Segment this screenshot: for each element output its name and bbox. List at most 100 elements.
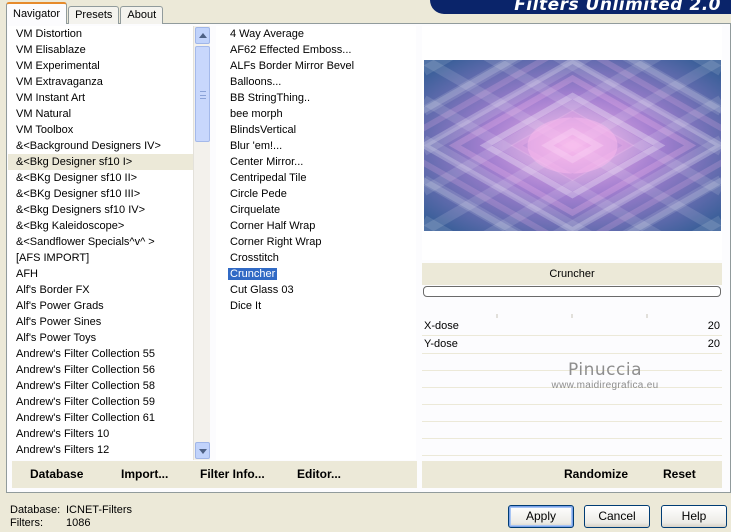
filters-count-label: Filters: <box>10 517 43 529</box>
filter-item-label: BB StringThing.. <box>230 92 311 104</box>
filter-item[interactable]: Centripedal Tile <box>216 170 416 186</box>
filter-preview-image <box>424 60 721 231</box>
category-item[interactable]: VM Elisablaze <box>8 42 193 58</box>
grip-icon <box>200 91 206 99</box>
watermark-name: Pinuccia <box>568 360 642 380</box>
filter-item-label: Balloons... <box>230 76 282 88</box>
filters-count-value: 1086 <box>66 517 91 529</box>
filter-item-label: ALFs Border Mirror Bevel <box>230 60 355 72</box>
filter-item[interactable]: 4 Way Average <box>216 26 416 42</box>
category-item[interactable]: Andrew's Filter Collection 59 <box>8 394 193 410</box>
filter-item[interactable]: Cut Glass 03 <box>216 282 416 298</box>
database-value: ICNET-Filters <box>66 504 132 516</box>
category-item[interactable]: Andrew's Filter Collection 56 <box>8 362 193 378</box>
filter-item-label: Corner Right Wrap <box>230 236 322 248</box>
param-label: X-dose <box>424 320 459 332</box>
scroll-thumb[interactable] <box>195 46 210 142</box>
filter-item-label: 4 Way Average <box>230 28 304 40</box>
category-item[interactable]: Andrew's Filter Collection 61 <box>8 410 193 426</box>
filter-item[interactable]: BlindsVertical <box>216 122 416 138</box>
title-banner: Filters Unlimited 2.0 <box>430 0 731 14</box>
help-button[interactable]: Help <box>661 505 727 528</box>
param-y-dose[interactable]: Y-dose 20 <box>422 336 722 354</box>
category-item[interactable]: VM Extravaganza <box>8 74 193 90</box>
filter-item-label: Crosstitch <box>230 252 279 264</box>
database-label: Database: <box>10 504 61 516</box>
category-item[interactable]: VM Instant Art <box>8 90 193 106</box>
param-x-dose[interactable]: X-dose 20 <box>422 318 722 336</box>
category-item[interactable]: VM Experimental <box>8 58 193 74</box>
cancel-button[interactable]: Cancel <box>584 505 650 528</box>
category-item[interactable]: Alf's Power Toys <box>8 330 193 346</box>
filter-item[interactable]: AF62 Effected Emboss... <box>216 42 416 58</box>
category-list[interactable]: VM Distortion VM Elisablaze VM Experimenta… <box>8 26 193 460</box>
category-item[interactable]: &<Bkg Designers sf10 IV> <box>8 202 193 218</box>
filter-item[interactable]: Circle Pede <box>216 186 416 202</box>
param-slot <box>422 439 722 456</box>
category-scrollbar[interactable] <box>193 26 210 460</box>
filter-item-label: bee morph <box>230 108 283 120</box>
category-item[interactable]: Andrew's Filter Collection 58 <box>8 378 193 394</box>
tab-about[interactable]: About <box>120 6 164 24</box>
filter-item-label: Corner Half Wrap <box>230 220 316 232</box>
category-item[interactable]: &<BKg Designer sf10 III> <box>8 186 193 202</box>
category-item[interactable]: &<Bkg Designer sf10 I> <box>8 154 193 170</box>
chevron-down-icon <box>199 449 207 454</box>
category-item[interactable]: &<Sandflower Specials^v^ > <box>8 234 193 250</box>
tab-navigator[interactable]: Navigator <box>6 2 68 24</box>
tab-presets[interactable]: Presets <box>68 6 120 24</box>
category-item[interactable]: &<Background Designers IV> <box>8 138 193 154</box>
category-item[interactable]: AFH <box>8 266 193 282</box>
filter-item-label: Center Mirror... <box>230 156 304 168</box>
filter-item[interactable]: Balloons... <box>216 74 416 90</box>
category-item[interactable]: Alf's Border FX <box>8 282 193 298</box>
apply-button[interactable]: Apply <box>508 505 574 528</box>
database-button[interactable]: Database <box>30 461 83 488</box>
category-item[interactable]: VM Distortion <box>8 26 193 42</box>
category-item[interactable]: VM Toolbox <box>8 122 193 138</box>
param-value: 20 <box>707 320 720 332</box>
filter-list[interactable]: 4 Way Average AF62 Effected Emboss... ALFs… <box>216 26 416 460</box>
filter-item[interactable]: Crosstitch <box>216 250 416 266</box>
filter-item-label: AF62 Effected Emboss... <box>230 44 352 56</box>
category-item[interactable]: [AFS IMPORT] <box>8 250 193 266</box>
scroll-down-button[interactable] <box>195 442 210 459</box>
scroll-up-button[interactable] <box>195 27 210 44</box>
tab-strip: Navigator Presets About <box>6 2 164 24</box>
filter-item[interactable]: Center Mirror... <box>216 154 416 170</box>
filter-item-label: Blur 'em!... <box>230 140 283 152</box>
filter-item-label: Dice It <box>230 300 262 312</box>
randomize-button[interactable]: Randomize <box>564 461 628 488</box>
category-item[interactable]: &<BKg Designer sf10 II> <box>8 170 193 186</box>
reset-button[interactable]: Reset <box>663 461 696 488</box>
filter-item[interactable]: bee morph <box>216 106 416 122</box>
category-item[interactable]: Alf's Power Sines <box>8 314 193 330</box>
filter-info-button[interactable]: Filter Info... <box>200 461 265 488</box>
category-item[interactable]: Andrew's Filters 12 <box>8 442 193 458</box>
filter-item[interactable]: Dice It <box>216 298 416 314</box>
category-item[interactable]: Andrew's Filters 10 <box>8 426 193 442</box>
filter-item[interactable]: BB StringThing.. <box>216 90 416 106</box>
category-item[interactable]: &<Bkg Kaleidoscope> <box>8 218 193 234</box>
progress-bar <box>423 286 721 297</box>
status-area: Database: ICNET-Filters Filters: 1086 <box>10 504 132 530</box>
import-button[interactable]: Import... <box>121 461 168 488</box>
filter-item[interactable]: Blur 'em!... <box>216 138 416 154</box>
filter-item-label: Circle Pede <box>230 188 287 200</box>
category-item[interactable]: Alf's Power Grads <box>8 298 193 314</box>
filter-item-label: BlindsVertical <box>230 124 297 136</box>
editor-button[interactable]: Editor... <box>297 461 341 488</box>
filter-item-label: Cut Glass 03 <box>230 284 294 296</box>
filter-item[interactable]: Cirquelate <box>216 202 416 218</box>
filter-item[interactable]: ALFs Border Mirror Bevel <box>216 58 416 74</box>
watermark-url: www.maidiregrafica.eu <box>551 380 659 391</box>
slider-ticks <box>496 314 648 318</box>
filter-item[interactable]: Cruncher <box>216 266 416 282</box>
filter-item-label: Centripedal Tile <box>230 172 307 184</box>
filter-item[interactable]: Corner Right Wrap <box>216 234 416 250</box>
category-item[interactable]: Andrew's Filter Collection 55 <box>8 346 193 362</box>
filter-item[interactable]: Corner Half Wrap <box>216 218 416 234</box>
category-item[interactable]: VM Natural <box>8 106 193 122</box>
filter-item-label: Cruncher <box>228 268 278 280</box>
param-slot <box>422 405 722 422</box>
